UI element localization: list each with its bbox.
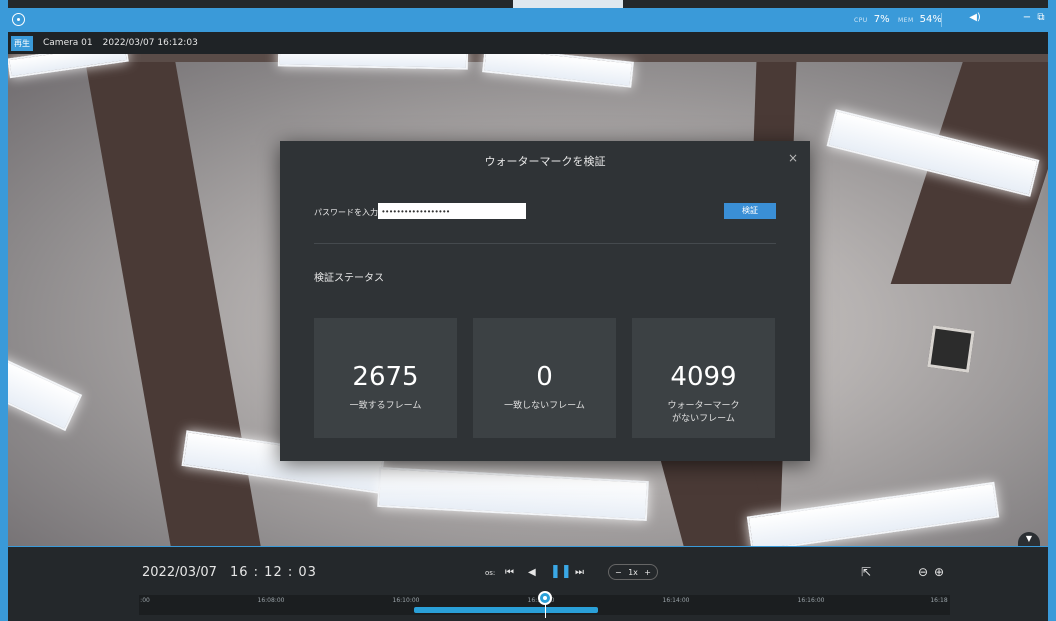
recorded-segment [414,607,598,613]
playback-mode-tag: 再生 [11,35,33,51]
restore-button[interactable]: ⧉ [1034,12,1048,23]
verify-button[interactable]: 検証 [724,203,776,219]
ceiling-light [8,356,83,432]
minimize-button[interactable]: − [1020,12,1034,23]
skip-back-icon[interactable]: ⏮ [505,567,514,578]
speed-decrease-button[interactable]: − [615,568,622,577]
ceiling-light [746,481,1000,546]
speed-value: 1x [628,567,638,577]
timeline-tick: 16:14:00 [662,597,690,604]
title-bar: CPU 7% MEM 54% ◀︎) − ⧉ [8,0,1048,32]
pause-icon[interactable]: ❚❚ [550,564,572,579]
timeline-tick: 16:10:00 [392,597,420,604]
frame-step-label[interactable]: os: [485,569,495,577]
video-timestamp: 2022/03/07 16:12:03 [102,38,198,48]
password-input[interactable] [378,203,526,219]
matched-frames-label: 一致するフレーム [349,401,422,411]
speed-control: − 1x + [608,564,658,580]
cpu-stat: CPU 7% [854,14,890,25]
titlebar-divider [941,13,942,27]
password-label: パスワードを入力 [314,208,378,217]
cpu-value: 7% [873,14,890,25]
zoom-in-button[interactable]: ⊕ [934,565,944,579]
ceiling-light [377,466,649,522]
no-watermark-label-line1: ウォーターマーク [667,401,740,411]
zoom-out-button[interactable]: ⊖ [918,565,928,579]
ceiling-vent [927,325,975,373]
playback-time[interactable]: 16 : 12 : 03 [230,565,317,580]
verify-status-title: 検証ステータス [314,273,384,284]
mem-value: 54% [919,14,942,25]
timeline[interactable]: :00 16:08:00 16:10:00 16:12:00 16:14:00 … [139,591,950,618]
app-window: CPU 7% MEM 54% ◀︎) − ⧉ 再生 Camera 01 2022… [0,0,1056,621]
mismatched-frames-card: 0 一致しないフレーム [473,318,616,438]
speed-increase-button[interactable]: + [644,568,651,577]
video-viewport[interactable]: 再生 Camera 01 2022/03/07 16:12:03 ▼ ウォーター… [8,32,1048,546]
playback-controls: 2022/03/07 16 : 12 : 03 os: ⏮ ◀ ❚❚ ⏭ − 1… [8,546,1048,621]
top-handle [513,0,623,8]
no-watermark-label-line2: がないフレーム [672,414,735,424]
no-watermark-frames-label: ウォーターマーク がないフレーム [632,400,775,426]
camera-name: Camera 01 [43,38,93,48]
skip-forward-icon[interactable]: ⏭ [575,567,584,578]
no-watermark-frames-count: 4099 [670,362,737,392]
speaker-icon[interactable]: ◀︎) [968,12,982,23]
mismatched-frames-count: 0 [536,362,553,392]
cpu-label: CPU [854,17,868,24]
play-reverse-icon[interactable]: ◀ [528,567,536,578]
app-logo-icon [12,13,25,26]
mismatched-frames-label: 一致しないフレーム [504,401,585,411]
video-info-bar: 再生 Camera 01 2022/03/07 16:12:03 [8,32,1048,54]
playhead-handle[interactable] [538,591,552,605]
export-icon[interactable]: ⇱ [861,565,871,579]
timeline-tick: 16:08:00 [257,597,285,604]
dialog-title: ウォーターマークを検証 [484,155,606,168]
mem-label: MEM [898,17,914,24]
matched-frames-card: 2675 一致するフレーム [314,318,457,438]
dialog-divider [314,243,776,244]
matched-frames-count: 2675 [352,362,419,392]
mem-stat: MEM 54% [898,14,942,25]
timeline-tick: 16:16:00 [797,597,825,604]
timeline-tick: :00 [140,597,150,604]
timeline-tick: 16:18 [930,597,948,604]
collapse-panel-button[interactable]: ▼ [1018,532,1040,546]
no-watermark-frames-card: 4099 ウォーターマーク がないフレーム [632,318,775,438]
status-cards: 2675 一致するフレーム 0 一致しないフレーム 4099 ウォーターマーク … [314,318,775,438]
window-body: CPU 7% MEM 54% ◀︎) − ⧉ 再生 Camera 01 2022… [8,0,1048,621]
verify-watermark-dialog: ウォーターマークを検証 × パスワードを入力 検証 検証ステータス 2675 一… [280,141,810,461]
close-icon[interactable]: × [788,151,798,165]
playback-date[interactable]: 2022/03/07 [142,565,217,580]
